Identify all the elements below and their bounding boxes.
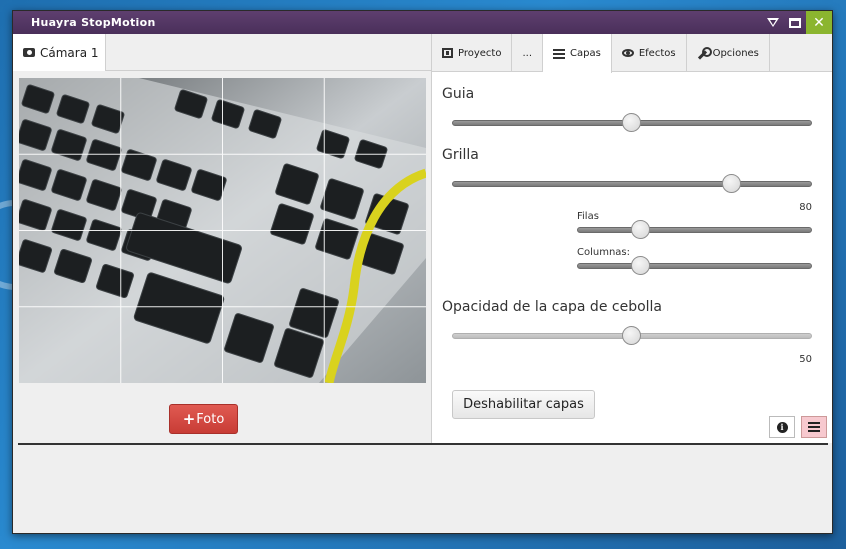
tab-more-label: ... [522, 47, 533, 59]
grilla-label: Grilla [442, 147, 479, 163]
opacidad-label: Opacidad de la capa de cebolla [442, 299, 663, 315]
timeline-area [13, 445, 832, 533]
filas-slider[interactable] [577, 220, 812, 239]
bars-icon [553, 48, 566, 59]
camera-tabbar: Cámara 1 [13, 34, 431, 71]
list-icon [808, 422, 820, 432]
grilla-knob[interactable] [722, 174, 742, 193]
tab-capas[interactable]: Capas [543, 34, 612, 73]
foto-label: Foto [196, 411, 225, 427]
columnas-label: Columnas: [577, 247, 631, 258]
layers-list-button[interactable] [801, 416, 827, 438]
guia-label: Guia [442, 86, 475, 102]
foto-button[interactable]: + Foto [169, 404, 238, 434]
info-button[interactable]: i [769, 416, 795, 438]
camera-preview [19, 78, 426, 383]
close-icon: ✕ [813, 14, 825, 31]
grilla-value: 80 [799, 202, 812, 213]
guia-slider[interactable] [452, 113, 812, 132]
tab-proyecto-label: Proyecto [458, 47, 502, 59]
wrench-icon [697, 46, 712, 59]
tab-more[interactable]: ... [512, 34, 544, 72]
eye-icon [621, 49, 634, 57]
minimize-icon [767, 18, 779, 27]
close-button[interactable]: ✕ [806, 11, 832, 34]
titlebar: Huayra StopMotion ✕ [13, 11, 832, 34]
tab-efectos-label: Efectos [638, 47, 676, 59]
tab-proyecto[interactable]: Proyecto [432, 34, 513, 72]
tab-efectos[interactable]: Efectos [612, 34, 687, 72]
camera-pane: Cámara 1 + Foto [13, 34, 431, 443]
columnas-slider[interactable] [577, 256, 812, 275]
film-icon [442, 48, 453, 58]
tab-capas-label: Capas [570, 48, 601, 59]
info-icon: i [776, 421, 788, 433]
tab-opciones-label: Opciones [712, 47, 759, 59]
guia-knob[interactable] [622, 113, 641, 132]
app-window: Huayra StopMotion ✕ Cámara 1 + Foto Proy… [12, 10, 833, 534]
opacidad-slider[interactable] [452, 326, 812, 345]
camera-icon [23, 48, 35, 57]
maximize-button[interactable] [784, 11, 806, 34]
maximize-icon [789, 17, 801, 28]
grilla-slider[interactable] [452, 174, 812, 193]
columnas-knob[interactable] [630, 256, 650, 275]
opacidad-value: 50 [799, 354, 812, 365]
settings-pane: Proyecto ... Capas Efectos Opciones Guia… [431, 34, 832, 443]
settings-tabbar: Proyecto ... Capas Efectos Opciones [432, 34, 832, 73]
tab-camara-1[interactable]: Cámara 1 [13, 34, 106, 71]
plus-icon: + [182, 410, 196, 428]
camera-tab-label: Cámara 1 [40, 45, 99, 60]
opacidad-knob[interactable] [622, 326, 641, 345]
filas-knob[interactable] [630, 220, 650, 239]
tab-opciones[interactable]: Opciones [687, 34, 770, 72]
minimize-button[interactable] [762, 11, 784, 34]
deshabilitar-capas-button[interactable]: Deshabilitar capas [452, 390, 595, 419]
window-title: Huayra StopMotion [31, 16, 156, 29]
filas-label: Filas [577, 211, 599, 222]
